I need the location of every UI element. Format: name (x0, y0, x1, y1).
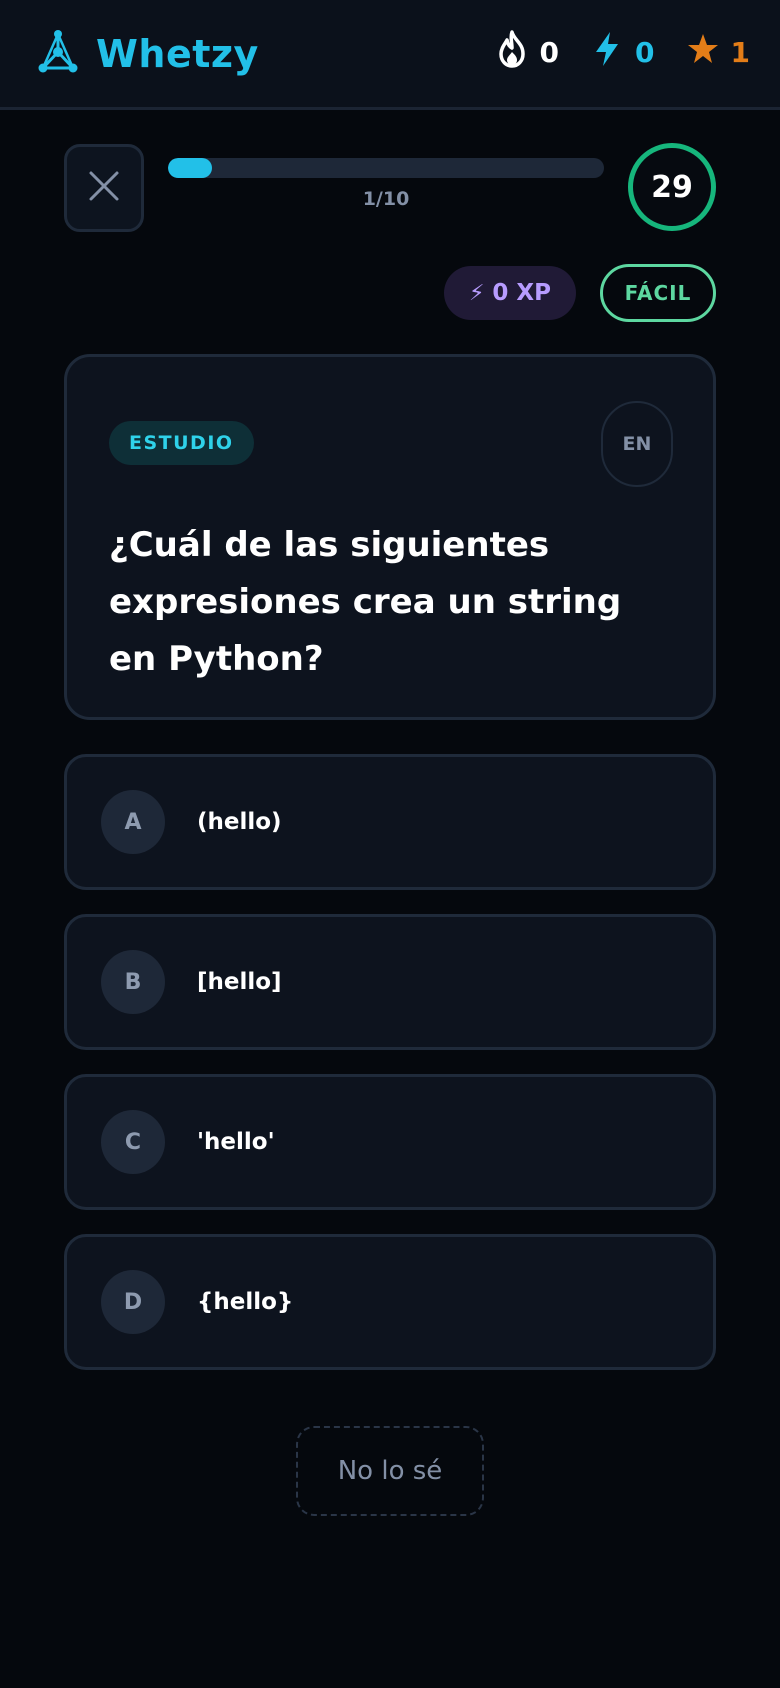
progress-fill (168, 158, 212, 178)
streak-stat[interactable]: 0 (496, 30, 559, 75)
energy-value: 0 (635, 36, 655, 69)
option-letter: A (101, 790, 165, 854)
close-quiz-button[interactable] (64, 144, 144, 232)
xp-label: 0 XP (492, 280, 552, 306)
bolt-icon (591, 30, 635, 75)
stars-stat[interactable]: 1 (687, 30, 750, 75)
option-letter: C (101, 1110, 165, 1174)
brand[interactable]: Whetzy (38, 28, 259, 80)
difficulty-badge: FÁCIL (600, 264, 716, 322)
option-d[interactable]: D {hello} (64, 1234, 716, 1370)
option-letter: B (101, 950, 165, 1014)
molecule-logo-icon (38, 28, 78, 80)
language-toggle-button[interactable]: EN (601, 401, 673, 487)
progress-label: 1/10 (362, 188, 410, 210)
skip-button[interactable]: No lo sé (296, 1426, 484, 1516)
option-b[interactable]: B [hello] (64, 914, 716, 1050)
app-name: Whetzy (96, 32, 259, 76)
category-badge: ESTUDIO (109, 421, 254, 465)
xp-badge: ⚡ 0 XP (444, 266, 576, 320)
flame-icon (496, 30, 540, 75)
option-text: [hello] (197, 969, 282, 995)
close-icon (87, 169, 121, 207)
option-a[interactable]: A (hello) (64, 754, 716, 890)
question-text: ¿Cuál de las siguientes expresiones crea… (109, 525, 622, 679)
stats-bar: 0 0 1 (464, 30, 750, 75)
option-text: (hello) (197, 809, 282, 835)
stars-value: 1 (730, 36, 750, 69)
progress-bar (168, 158, 604, 178)
option-letter: D (101, 1270, 165, 1334)
option-c[interactable]: C 'hello' (64, 1074, 716, 1210)
bolt-icon: ⚡ (468, 280, 485, 306)
streak-value: 0 (539, 36, 560, 69)
option-text: {hello} (197, 1289, 294, 1315)
countdown-timer: 29 (628, 143, 716, 231)
option-text: 'hello' (197, 1129, 275, 1155)
star-icon (687, 30, 731, 75)
app-header: Whetzy 0 0 1 (0, 0, 780, 110)
energy-stat[interactable]: 0 (591, 30, 655, 75)
question-card: ESTUDIO EN ¿Cuál de las siguientes expre… (64, 354, 716, 720)
